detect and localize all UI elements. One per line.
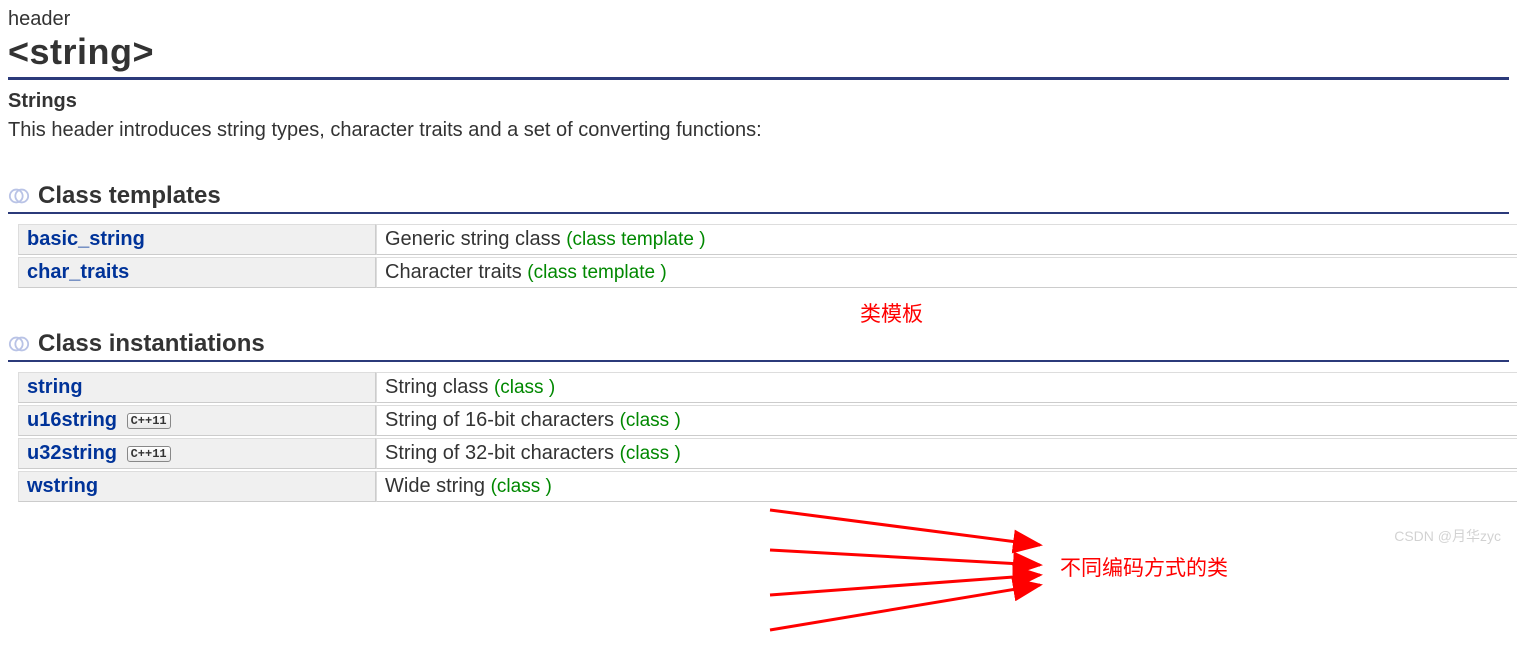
link-char-traits[interactable]: char_traits: [27, 261, 129, 283]
link-u32string[interactable]: u32string: [27, 442, 117, 464]
row-desc: Character traits (class template ): [376, 257, 1517, 288]
link-u16string[interactable]: u16string: [27, 409, 117, 431]
annotation-class-template: 类模板: [860, 298, 923, 328]
subheading: Strings: [8, 90, 1509, 113]
row-desc: String class (class ): [376, 372, 1517, 403]
table-row: basic_string Generic string class (class…: [18, 224, 1517, 255]
desc-text: String class: [385, 376, 488, 398]
cpp11-badge: C++11: [127, 446, 171, 462]
section-class-templates: Class templates basic_string Generic str…: [8, 182, 1509, 290]
desc-text: Generic string class: [385, 228, 561, 250]
type-tag: (class ): [620, 443, 681, 464]
row-desc: Wide string (class ): [376, 471, 1517, 502]
row-desc: String of 32-bit characters (class ): [376, 438, 1517, 469]
section-class-instantiations: Class instantiations string String class…: [8, 330, 1509, 504]
cpp11-badge: C++11: [127, 413, 171, 429]
link-string[interactable]: string: [27, 376, 83, 398]
annotation-encoding-classes: 不同编码方式的类: [1060, 552, 1228, 582]
type-tag: (class ): [491, 476, 552, 497]
table-row: string String class (class ): [18, 372, 1517, 403]
type-tag: (class template ): [527, 262, 666, 283]
class-templates-table: basic_string Generic string class (class…: [18, 222, 1517, 290]
type-tag: (class ): [620, 410, 681, 431]
desc-text: String of 32-bit characters: [385, 442, 614, 464]
link-icon: [8, 185, 30, 207]
row-desc: Generic string class (class template ): [376, 224, 1517, 255]
section-header: Class instantiations: [8, 330, 1509, 362]
row-desc: String of 16-bit characters (class ): [376, 405, 1517, 436]
table-row: u32string C++11 String of 32-bit charact…: [18, 438, 1517, 469]
annotation-arrows: [760, 490, 1060, 640]
desc-text: String of 16-bit characters: [385, 409, 614, 431]
desc-text: Wide string: [385, 475, 485, 497]
table-row: u16string C++11 String of 16-bit charact…: [18, 405, 1517, 436]
link-wstring[interactable]: wstring: [27, 475, 98, 497]
class-instantiations-table: string String class (class ) u16string C…: [18, 370, 1517, 504]
link-basic-string[interactable]: basic_string: [27, 228, 145, 250]
desc-text: Character traits: [385, 261, 522, 283]
link-icon: [8, 333, 30, 355]
section-header: Class templates: [8, 182, 1509, 214]
title-rule: [8, 77, 1509, 80]
watermark: CSDN @月华zyc: [1394, 526, 1501, 546]
page-title: <string>: [8, 31, 1509, 73]
table-row: char_traits Character traits (class temp…: [18, 257, 1517, 288]
section-title: Class instantiations: [38, 330, 265, 358]
type-tag: (class template ): [566, 229, 705, 250]
table-row: wstring Wide string (class ): [18, 471, 1517, 502]
type-tag: (class ): [494, 377, 555, 398]
intro-text: This header introduces string types, cha…: [8, 119, 1509, 142]
header-label: header: [8, 8, 1509, 31]
section-title: Class templates: [38, 182, 221, 210]
